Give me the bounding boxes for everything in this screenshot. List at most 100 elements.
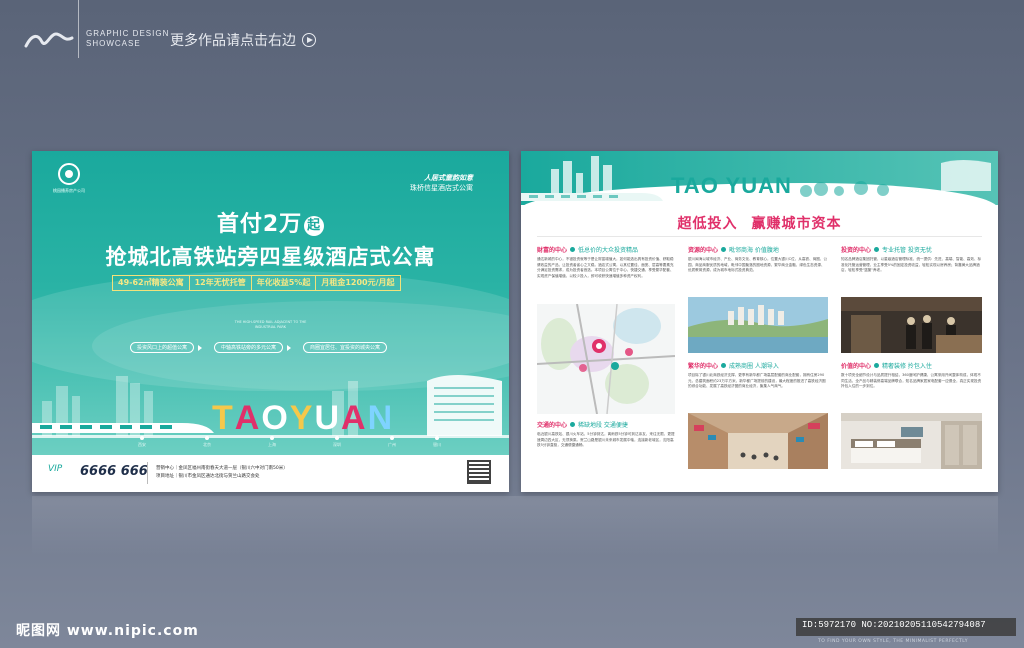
feature-item: 年化收益5%起	[252, 276, 317, 290]
slogan-part-1: 超低投入	[677, 216, 738, 232]
section-value: 专业托管 投资无忧	[882, 247, 932, 254]
brand-line-1: GRAPHIC DESIGN	[86, 29, 170, 38]
feature-item: 12年无忧托管	[190, 276, 252, 290]
feature-item: 49-62㎡精装公寓	[113, 276, 190, 290]
station-label: 广州	[388, 442, 396, 447]
english-subtitle: THE HIGH-SPEED RAIL ADJACENT TO THE INDU…	[32, 320, 509, 330]
section-text-transport: 临近银川高铁站、银川火车站，5分钟到达，离雨铁5分钟可到达亲友，来往无限、更提速…	[537, 432, 675, 448]
watermark-id-text: ID:5972170 NO:20210205110542794087	[802, 620, 986, 630]
section-text-wealth: 通达新城的中心，不错投资就等于是让财富增值大，如何能选出具有投资价值、获取稳健收…	[537, 257, 674, 278]
station-label: 深圳	[333, 442, 341, 447]
benefit-label: 中轴高铁站旁的多元公寓	[214, 342, 284, 353]
section-value: 成熟商圈 人潮导入	[729, 363, 779, 370]
section-value: 精奢装修 拎包入住	[882, 363, 932, 370]
bullet-icon	[721, 363, 727, 368]
station-dot-icon	[270, 436, 274, 440]
section-key: 投资的中心	[841, 247, 872, 254]
headline-main: 抢城北高铁站旁四星级酒店式公寓	[105, 245, 436, 269]
station-item: 银川	[422, 436, 452, 448]
tagline-subtitle: 珠桥信星酒店式公寓	[410, 184, 473, 192]
sales-center-address: 营销中心｜金凤区福州南街春天大道一层（银川六中对门南50米）	[156, 466, 288, 471]
section-key: 资源的中心	[688, 247, 719, 254]
station-item: 西安	[127, 436, 157, 448]
project-address: 项目地址｜银川市金凤区通达北街与贺兰山路交会处	[156, 474, 260, 479]
benefit-item: 中轴高铁站旁的多元公寓	[214, 342, 292, 353]
header-divider	[78, 0, 79, 58]
divider	[537, 236, 982, 237]
section-heading-prosperity: 繁华的中心 成熟商圈 人潮导入	[688, 361, 779, 370]
more-works-link[interactable]: 更多作品请点击右边	[170, 30, 316, 50]
station-dot-icon	[435, 436, 439, 440]
benefit-item: 投资风口上的超值公寓	[130, 342, 203, 353]
station-item: 上海	[257, 436, 287, 448]
wordmark-letter: A	[234, 399, 262, 437]
tagline-slogan: 人居式童韵如意	[424, 174, 473, 182]
address-block: 营销中心｜金凤区福州南街春天大道一层（银川六中对门南50米） 项目地址｜银川市金…	[156, 465, 288, 481]
wordmark-letter: Y	[289, 399, 315, 437]
bedroom-interior-image	[841, 413, 982, 469]
english-line-2: INDUSTRIAL PARK	[254, 325, 287, 329]
section-value: 毗邻商海 价值腹地	[729, 247, 779, 254]
section-value: 稀缺地段 交通便捷	[578, 422, 628, 429]
hotel-lobby-image	[841, 297, 982, 353]
watermark-site: 昵图网 www.nipic.com	[16, 623, 199, 639]
developer-name: 桃园播养房产公司	[53, 188, 85, 193]
poster-reflection	[32, 496, 998, 556]
wordmark-letter: T	[212, 399, 235, 437]
bullet-icon	[874, 247, 880, 252]
page-header: GRAPHIC DESIGN SHOWCASE 更多作品请点击右边	[0, 0, 1024, 60]
wordmark-letter: O	[261, 399, 290, 437]
benefit-label: 投资风口上的超值公寓	[130, 342, 195, 353]
wordmark-letter: U	[314, 399, 342, 437]
left-poster: 桃园播养房产公司 人居式童韵如意 珠桥信星酒店式公寓 首付2万起 抢城北高铁站旁…	[32, 151, 509, 492]
play-circle-icon[interactable]	[302, 33, 316, 47]
benefit-label: 商圈宜居住、宜投资的城央公寓	[303, 342, 388, 353]
section-key: 繁华的中心	[688, 363, 719, 370]
more-works-label: 更多作品请点击右边	[170, 33, 296, 49]
watermark-id: ID:5972170 NO:20210205110542794087	[796, 618, 1016, 636]
benefit-path: 投资风口上的超值公寓 中轴高铁站旁的多元公寓 商圈宜居住、宜投资的城央公寓	[130, 342, 388, 353]
section-key: 财富的中心	[537, 247, 568, 254]
headline-down-payment-text: 首付2万	[216, 212, 303, 237]
right-poster-title: TAO YUAN	[671, 173, 792, 198]
station-item: 北京	[192, 436, 222, 448]
flower-logo-icon	[58, 163, 80, 185]
brand-wordmark: TAO YUAN	[212, 399, 394, 438]
bullet-icon	[874, 363, 880, 368]
slogan-part-2: 赢赚城市资本	[751, 216, 842, 232]
bullet-icon	[721, 247, 727, 252]
station-label: 北京	[203, 442, 211, 447]
station-label: 银川	[433, 442, 441, 447]
section-heading-transport: 交通的中心 稀缺地段 交通便捷	[537, 420, 628, 429]
bullet-icon	[570, 247, 576, 252]
section-key: 交通的中心	[537, 422, 568, 429]
section-text-investment: 知名品牌酒店集团托管，以星级酒店管理标准，统一提供：先进、高端、智能、高效、标准…	[841, 257, 982, 273]
bullet-icon	[570, 422, 576, 427]
arrow-right-icon	[198, 344, 203, 351]
section-heading-wealth: 财富的中心 低总价的大众投资精品	[537, 245, 638, 254]
right-poster-slogan: 超低投入 赢赚城市资本	[521, 213, 998, 233]
station-dot-icon	[390, 436, 394, 440]
footer-divider	[147, 462, 148, 484]
arrow-right-icon	[287, 344, 292, 351]
station-item: 广州	[377, 436, 407, 448]
watermark-tagline: TO FIND YOUR OWN STYLE, THE MINIMALIST P…	[818, 639, 968, 644]
feature-item: 月租金1200元/月起	[321, 278, 395, 287]
section-key: 价值的中心	[841, 363, 872, 370]
feature-strip: 49-62㎡精装公寓 12年无忧托管 年化收益5%起 月租金1200元/月起	[112, 275, 401, 291]
brand-logo-icon	[24, 32, 74, 48]
station-item: 深圳	[322, 436, 352, 448]
right-poster: TAO YUAN 超低投入 赢赚城市资本 财富的中心 低总价的大众投资精品 通达新…	[521, 151, 998, 492]
developer-logo: 桃园播养房产公司	[50, 163, 88, 194]
vip-label: VIP	[48, 464, 63, 474]
section-text-prosperity: 项目除了银川北商铁经济支撑，更享有新华都广场高层配套的商业配套，拥有住房290元…	[688, 373, 826, 389]
section-heading-value: 价值的中心 精奢装修 拎包入住	[841, 361, 932, 370]
section-value: 低总价的大众投资精品	[578, 247, 639, 254]
station-dot-icon	[140, 436, 144, 440]
brand-text: GRAPHIC DESIGN SHOWCASE	[86, 29, 169, 49]
left-poster-footer: VIP 6666 666 营销中心｜金凤区福州南街春天大道一层（银川六中对门南5…	[32, 455, 509, 492]
section-heading-investment: 投资的中心 专业托管 投资无忧	[841, 245, 932, 254]
station-dot-icon	[335, 436, 339, 440]
wordmark-letter: A	[341, 399, 368, 437]
station-line: 西安 北京 上海 深圳 广州 银川	[72, 436, 472, 450]
